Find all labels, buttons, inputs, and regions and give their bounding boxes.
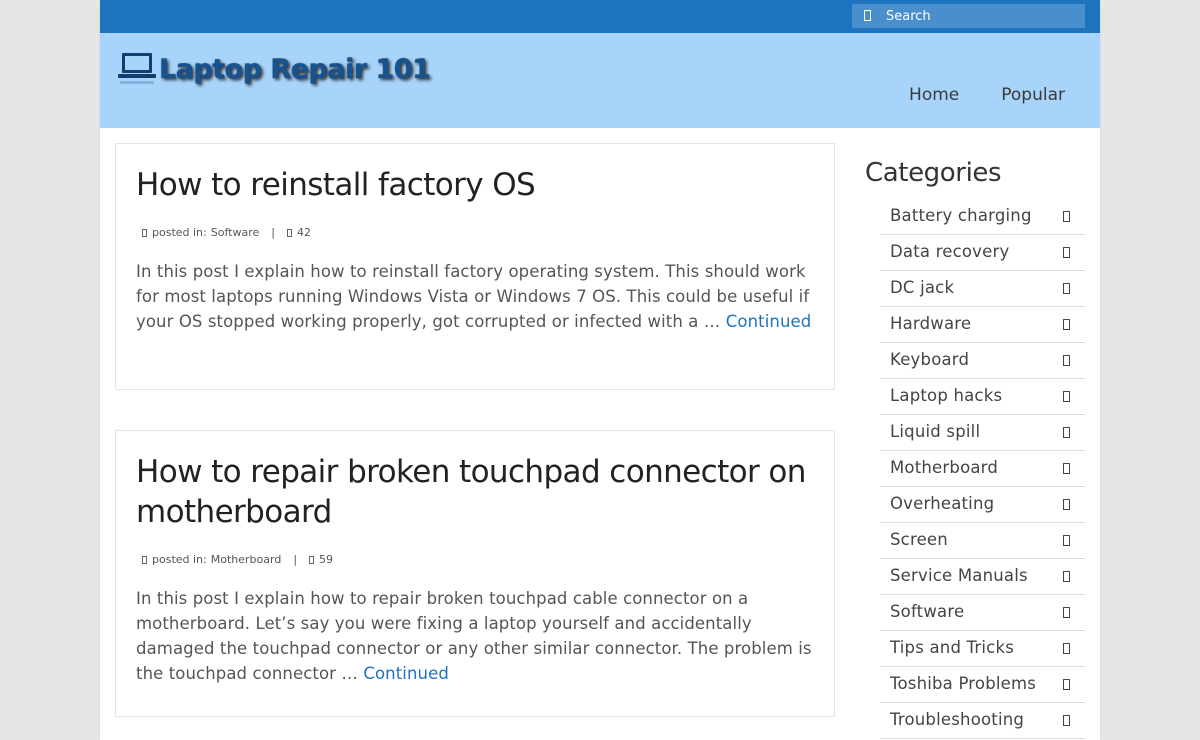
chevron-right-icon xyxy=(1063,427,1070,438)
chevron-right-icon xyxy=(1063,535,1070,546)
folder-icon xyxy=(142,228,147,237)
post-excerpt: In this post I explain how to repair bro… xyxy=(136,586,814,686)
category-label[interactable]: Battery charging xyxy=(890,206,1032,225)
nav-home[interactable]: Home xyxy=(909,85,959,105)
post-title[interactable]: How to reinstall factory OS xyxy=(136,144,814,205)
sidebar-heading: Categories xyxy=(865,158,1002,188)
meta-separator: | xyxy=(271,226,275,239)
site-title: Laptop Repair 101 xyxy=(159,54,431,85)
post-card: How to repair broken touchpad connector … xyxy=(115,430,835,717)
chevron-right-icon xyxy=(1063,211,1070,222)
category-item-hardware[interactable]: Hardware xyxy=(880,307,1085,343)
post-title[interactable]: How to repair broken touchpad connector … xyxy=(136,431,814,532)
meta-separator: | xyxy=(293,553,298,566)
category-label[interactable]: Laptop hacks xyxy=(890,386,1002,405)
laptop-icon xyxy=(118,53,156,84)
page: Laptop Repair 101 Home Popular How to re… xyxy=(100,0,1100,740)
category-item-battery-charging[interactable]: Battery charging xyxy=(880,199,1085,235)
comment-icon xyxy=(286,228,292,237)
post-excerpt-text: In this post I explain how to repair bro… xyxy=(136,589,812,683)
category-label[interactable]: Troubleshooting xyxy=(890,710,1024,729)
category-label[interactable]: Tips and Tricks xyxy=(890,638,1014,657)
comment-count[interactable]: 42 xyxy=(297,226,311,239)
chevron-right-icon xyxy=(1063,607,1070,618)
category-label[interactable]: Keyboard xyxy=(890,350,969,369)
sidebar: Categories Battery charging Data recover… xyxy=(865,155,1085,739)
category-item-data-recovery[interactable]: Data recovery xyxy=(880,235,1085,271)
chevron-right-icon xyxy=(1063,715,1070,726)
category-item-tips-and-tricks[interactable]: Tips and Tricks xyxy=(880,631,1085,667)
post-category-link[interactable]: Motherboard xyxy=(211,553,282,566)
category-label[interactable]: Software xyxy=(890,602,964,621)
continue-reading-link[interactable]: Continued xyxy=(726,312,812,331)
nav-popular[interactable]: Popular xyxy=(1001,85,1065,105)
continue-reading-link[interactable]: Continued xyxy=(363,664,449,683)
category-item-motherboard[interactable]: Motherboard xyxy=(880,451,1085,487)
comment-count[interactable]: 59 xyxy=(319,553,333,566)
search-box[interactable] xyxy=(852,4,1085,28)
category-label[interactable]: Toshiba Problems xyxy=(890,674,1036,693)
category-item-screen[interactable]: Screen xyxy=(880,523,1085,559)
category-label[interactable]: Overheating xyxy=(890,494,994,513)
category-item-service-manuals[interactable]: Service Manuals xyxy=(880,559,1085,595)
category-item-overheating[interactable]: Overheating xyxy=(880,487,1085,523)
post-meta: posted in: Motherboard | 59 xyxy=(136,553,814,566)
chevron-right-icon xyxy=(1063,643,1070,654)
post-category-link[interactable]: Software xyxy=(211,226,260,239)
posted-in-label: posted in: xyxy=(152,226,207,239)
comment-icon xyxy=(309,555,315,564)
category-label[interactable]: Screen xyxy=(890,530,948,549)
post-card: How to reinstall factory OS posted in: S… xyxy=(115,143,835,390)
posted-in-label: posted in: xyxy=(152,553,207,566)
top-bar xyxy=(100,0,1100,33)
category-item-laptop-hacks[interactable]: Laptop hacks xyxy=(880,379,1085,415)
category-item-keyboard[interactable]: Keyboard xyxy=(880,343,1085,379)
category-item-software[interactable]: Software xyxy=(880,595,1085,631)
category-label[interactable]: Motherboard xyxy=(890,458,998,477)
post-meta: posted in: Software | 42 xyxy=(136,226,814,239)
search-icon xyxy=(864,10,871,21)
chevron-right-icon xyxy=(1063,571,1070,582)
category-label[interactable]: DC jack xyxy=(890,278,954,297)
category-item-liquid-spill[interactable]: Liquid spill xyxy=(880,415,1085,451)
site-logo[interactable]: Laptop Repair 101 xyxy=(116,45,436,105)
category-label[interactable]: Service Manuals xyxy=(890,566,1028,585)
category-label[interactable]: Data recovery xyxy=(890,242,1009,261)
chevron-right-icon xyxy=(1063,499,1070,510)
search-input[interactable] xyxy=(886,4,1081,28)
main-nav: Home Popular xyxy=(909,85,1065,105)
site-header: Laptop Repair 101 Home Popular xyxy=(100,33,1100,128)
category-label[interactable]: Hardware xyxy=(890,314,971,333)
folder-icon xyxy=(142,555,147,564)
category-label[interactable]: Liquid spill xyxy=(890,422,980,441)
category-item-troubleshooting[interactable]: Troubleshooting xyxy=(880,703,1085,739)
post-excerpt-text: In this post I explain how to reinstall … xyxy=(136,262,810,331)
category-list: Battery charging Data recovery DC jack H… xyxy=(880,199,1085,739)
chevron-right-icon xyxy=(1063,319,1070,330)
chevron-right-icon xyxy=(1063,679,1070,690)
category-item-toshiba-problems[interactable]: Toshiba Problems xyxy=(880,667,1085,703)
chevron-right-icon xyxy=(1063,247,1070,258)
category-item-dc-jack[interactable]: DC jack xyxy=(880,271,1085,307)
chevron-right-icon xyxy=(1063,391,1070,402)
chevron-right-icon xyxy=(1063,355,1070,366)
post-excerpt: In this post I explain how to reinstall … xyxy=(136,259,814,334)
chevron-right-icon xyxy=(1063,283,1070,294)
chevron-right-icon xyxy=(1063,463,1070,474)
